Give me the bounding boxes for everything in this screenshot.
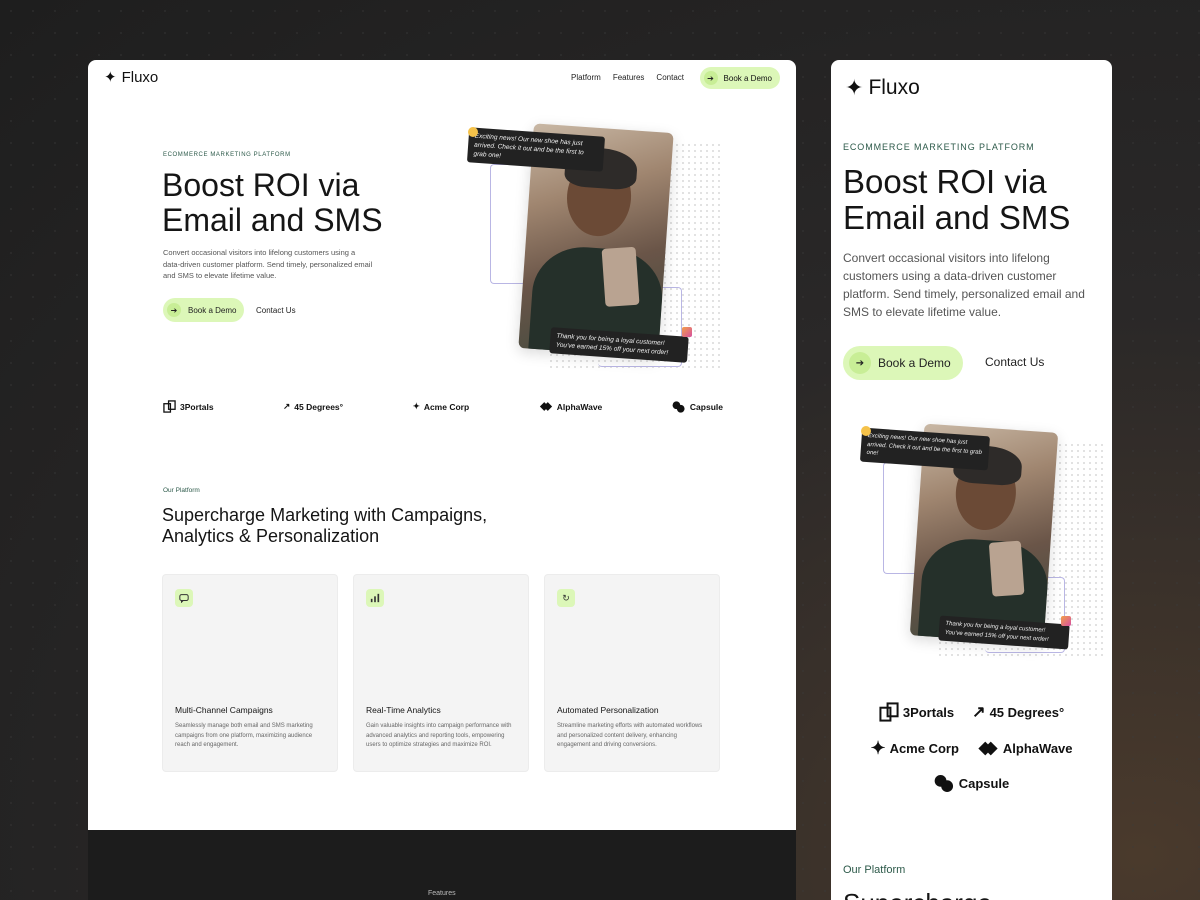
chat-icon (175, 589, 193, 607)
hero-eyebrow: ECOMMERCE MARKETING PLATFORM (163, 152, 291, 158)
logo-3portals-label: 3Portals (180, 401, 214, 412)
arrow-up-right-icon: ↗ (972, 704, 986, 721)
feature-card-description: Gain valuable insights into campaign per… (366, 723, 512, 748)
logo-row-1: 3Portals ↗ 45 Degrees° (831, 702, 1112, 722)
nav-link-features[interactable]: Features (613, 73, 645, 82)
logo-45-degrees: ↗ 45 Degrees° (972, 702, 1064, 722)
nav-link-contact[interactable]: Contact (656, 73, 684, 82)
sparkle-icon: ✦ (870, 738, 886, 758)
feature-card-campaigns[interactable]: Multi-Channel Campaigns Seamlessly manag… (162, 574, 338, 772)
brand-logo[interactable]: ✦ Fluxo (845, 76, 920, 100)
logo-45-degrees: ↗ 45 Degrees° (283, 401, 343, 412)
arrow-right-icon: ➔ (849, 352, 871, 374)
logo-acme-corp-label: Acme Corp (889, 741, 959, 756)
sparkle-icon: ✦ (104, 69, 117, 86)
hero-contact-button[interactable]: Contact Us (985, 355, 1044, 369)
hero-title: Boost ROI via Email and SMS (162, 168, 383, 238)
hero-subtitle: Convert occasional visitors into lifelon… (163, 248, 373, 280)
3portals-icon (879, 702, 899, 722)
sparkle-icon: ✦ (845, 75, 864, 100)
logo-3portals: 3Portals (879, 702, 954, 722)
3portals-icon (163, 400, 176, 413)
gift-icon (682, 327, 692, 337)
hero-title-line2: Email and SMS (162, 202, 383, 238)
nav-link-platform[interactable]: Platform (571, 73, 601, 82)
feature-card-analytics[interactable]: Real-Time Analytics Gain valuable insigh… (353, 574, 529, 772)
hero-book-demo-button[interactable]: ➔ Book a Demo (163, 298, 245, 322)
logo-capsule: Capsule (672, 400, 723, 413)
logo-45-degrees-label: 45 Degrees° (294, 401, 344, 412)
arrow-right-icon: ➔ (167, 303, 181, 317)
hero-title-line2: Email and SMS (843, 199, 1071, 236)
sparkle-icon: ✦ (412, 401, 420, 411)
feature-card-title: Automated Personalization (557, 705, 659, 715)
logo-capsule: Capsule (934, 774, 1010, 793)
feature-card-title: Real-Time Analytics (366, 705, 441, 715)
logo-capsule-label: Capsule (689, 401, 723, 412)
emoji-icon (861, 426, 871, 436)
logo-alphawave-label: AlphaWave (556, 401, 603, 412)
logo-acme-corp: ✦ Acme Corp (413, 401, 469, 412)
logo-capsule-label: Capsule (958, 776, 1010, 791)
logo-alphawave: AlphaWave (539, 401, 603, 412)
refresh-icon: ↻ (557, 589, 575, 607)
logo-45-degrees-label: 45 Degrees° (989, 704, 1065, 720)
platform-eyebrow: Our Platform (163, 487, 200, 494)
desktop-preview: ✦ Fluxo Platform Features Contact ➔ Book… (88, 60, 796, 900)
logo-row-2: ✦ Acme Corp AlphaWave (831, 738, 1112, 759)
alphawave-icon (978, 741, 998, 756)
hero-title-line1: Boost ROI via (843, 163, 1047, 200)
alphawave-icon (539, 402, 552, 411)
nav-book-demo-label: Book a Demo (723, 73, 772, 83)
logo-acme-corp: ✦ Acme Corp (870, 738, 958, 759)
logo-3portals: 3Portals (163, 400, 214, 413)
hero-contact-button[interactable]: Contact Us (256, 306, 296, 315)
logo-3portals-label: 3Portals (902, 704, 955, 720)
platform-title-peek: Supercharge (843, 888, 992, 900)
photo-phone (988, 540, 1025, 597)
feature-card-description: Seamlessly manage both email and SMS mar… (175, 723, 313, 748)
logo-alphawave: AlphaWave (977, 738, 1073, 759)
logo-acme-corp-label: Acme Corp (423, 401, 470, 412)
logo-alphawave-label: AlphaWave (1002, 741, 1073, 756)
hero-book-demo-button[interactable]: ➔ Book a Demo (843, 346, 963, 380)
platform-title: Supercharge Marketing with Campaigns, An… (162, 505, 487, 547)
platform-title-line1: Supercharge Marketing with Campaigns, (162, 505, 488, 525)
desktop-navbar: ✦ Fluxo Platform Features Contact ➔ Book… (88, 60, 796, 96)
arrow-up-right-icon: ↗ (283, 401, 291, 411)
platform-eyebrow: Our Platform (843, 864, 906, 876)
platform-title-line2: Analytics & Personalization (162, 526, 380, 546)
hero-title-line1: Boost ROI via (162, 167, 360, 203)
brand-name: Fluxo (868, 76, 920, 99)
nav-links: Platform Features Contact (571, 73, 684, 82)
brand-logo[interactable]: ✦ Fluxo (104, 69, 158, 86)
emoji-icon (468, 127, 478, 137)
capsule-icon (672, 400, 685, 413)
logo-strip: 3Portals ↗ 45 Degrees° ✦ Acme Corp Alpha… (163, 400, 723, 413)
features-dark-section: Features (88, 830, 796, 900)
capsule-icon (934, 774, 953, 793)
bar-chart-icon (366, 589, 384, 607)
hero-title: Boost ROI via Email and SMS (843, 164, 1070, 236)
hero-eyebrow: ECOMMERCE MARKETING PLATFORM (843, 142, 1035, 152)
logo-row-3: Capsule (831, 774, 1112, 793)
gift-icon (1061, 616, 1071, 626)
hero-book-demo-label: Book a Demo (188, 305, 237, 315)
hero-subtitle: Convert occasional visitors into lifelon… (843, 251, 1085, 319)
hero-book-demo-label: Book a Demo (878, 356, 951, 370)
arrow-right-icon: ➔ (703, 71, 718, 85)
brand-name: Fluxo (121, 69, 159, 86)
hero-visual: Exciting news! Our new shoe has just arr… (458, 122, 728, 377)
mobile-preview: ✦ Fluxo ECOMMERCE MARKETING PLATFORM Boo… (831, 60, 1112, 900)
photo-phone (601, 246, 640, 307)
feature-card-title: Multi-Channel Campaigns (175, 705, 273, 715)
hero-visual: Exciting news! Our new shoe has just arr… (857, 422, 1107, 662)
features-section-label: Features (428, 890, 456, 897)
feature-card-personalization[interactable]: ↻ Automated Personalization Streamline m… (544, 574, 720, 772)
nav-book-demo-button[interactable]: ➔ Book a Demo (699, 67, 780, 89)
feature-card-description: Streamline marketing efforts with automa… (557, 723, 703, 748)
